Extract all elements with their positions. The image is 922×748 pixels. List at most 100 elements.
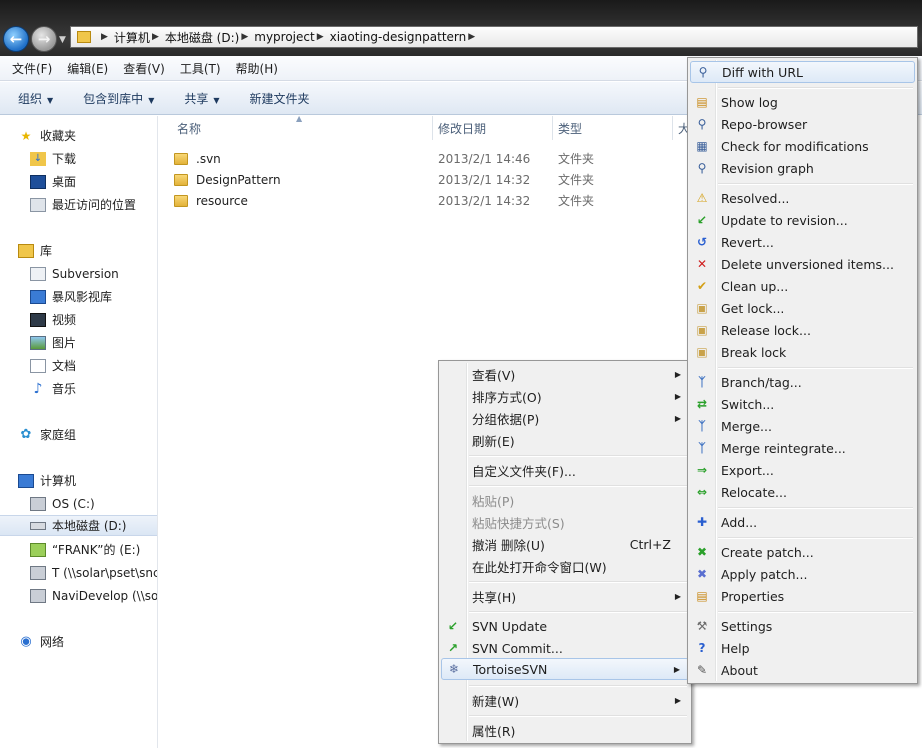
menu-item-open-cmd[interactable]: 在此处打开命令窗口(W) [441,555,689,577]
column-header-date[interactable]: 修改日期 [438,116,486,140]
file-row[interactable]: DesignPattern 2013/2/1 14:32 文件夹 [174,169,644,190]
menu-item-about[interactable]: ✎ About [690,659,915,681]
menu-item-diff-url[interactable]: ⚲ Diff with URL [690,61,915,83]
nav-libraries[interactable]: 库 [18,240,157,261]
menu-item-share[interactable]: 共享(H) ▶ [441,585,689,607]
chevron-down-icon: ▼ [148,95,155,105]
nav-drive-c[interactable]: OS (C:) [30,493,157,514]
menu-item-resolved[interactable]: ⚠ Resolved... [690,187,915,209]
column-divider[interactable] [552,116,553,140]
menu-item-group[interactable]: 分组依据(P) ▶ [441,407,689,429]
nav-favorites[interactable]: ★ 收藏夹 [18,125,157,146]
breadcrumb-myproject[interactable]: myproject [254,30,314,44]
address-bar[interactable]: ▶ 计算机 ▶ 本地磁盘 (D:) ▶ myproject ▶ xiaoting… [70,26,918,48]
nav-drive-t[interactable]: T (\\solar\pset\snc [30,562,157,583]
new-folder-button[interactable]: 新建文件夹 [250,90,310,107]
chevron-right-icon[interactable]: ▶ [241,32,248,42]
nav-computer[interactable]: 计算机 [18,470,157,491]
nav-recent[interactable]: 最近访问的位置 [30,194,157,215]
chevron-right-icon[interactable]: ▶ [101,32,108,42]
menu-item-paste-shortcut[interactable]: 粘贴快捷方式(S) [441,511,689,533]
menu-item-view[interactable]: 查看(V) ▶ [441,363,689,385]
menu-item-add[interactable]: ✚ Add... [690,511,915,533]
menu-item-revert[interactable]: ↺ Revert... [690,231,915,253]
nav-label: 视频 [52,313,77,327]
file-row[interactable]: resource 2013/2/1 14:32 文件夹 [174,190,644,211]
nav-documents[interactable]: 文档 [30,355,157,376]
menu-edit[interactable]: 编辑(E) [67,60,108,77]
menu-item-settings[interactable]: ⚒ Settings [690,615,915,637]
menu-item-branch-tag[interactable]: ᛉ Branch/tag... [690,371,915,393]
menu-item-relocate[interactable]: ⇔ Relocate... [690,481,915,503]
menu-item-svn-update[interactable]: ↙ SVN Update [441,615,689,637]
nav-pictures[interactable]: 图片 [30,332,157,353]
log-icon: ▤ [696,95,708,109]
column-divider[interactable] [672,116,673,140]
menu-item-revision-graph[interactable]: ⚲ Revision graph [690,157,915,179]
relocate-icon: ⇔ [696,485,708,499]
menu-item-customize[interactable]: 自定义文件夹(F)... [441,459,689,481]
menu-item-check-modifications[interactable]: ▦ Check for modifications [690,135,915,157]
menu-item-svn-commit[interactable]: ↗ SVN Commit... [441,637,689,659]
share-button[interactable]: 共享 ▼ [184,90,219,107]
column-header-type[interactable]: 类型 [558,116,582,140]
menu-item-repo-browser[interactable]: ⚲ Repo-browser [690,113,915,135]
menu-item-tortoisesvn[interactable]: ❄ TortoiseSVN ▶ [441,658,689,680]
nav-downloads[interactable]: ↓ 下载 [30,148,157,169]
nav-subversion[interactable]: Subversion [30,263,157,284]
menu-item-refresh[interactable]: 刷新(E) [441,429,689,451]
menu-item-break-lock[interactable]: ▣ Break lock [690,341,915,363]
submenu-arrow-icon: ▶ [674,695,681,705]
menu-item-update-to-revision[interactable]: ↙ Update to revision... [690,209,915,231]
breadcrumb-xiaoting-designpattern[interactable]: xiaoting-designpattern [330,30,467,44]
menu-item-switch[interactable]: ⇄ Switch... [690,393,915,415]
nav-storm-library[interactable]: 暴风影视库 [30,286,157,307]
nav-drive-d[interactable]: 本地磁盘 (D:) [0,515,157,536]
menu-item-release-lock[interactable]: ▣ Release lock... [690,319,915,341]
breadcrumb-drive-d[interactable]: 本地磁盘 (D:) [165,29,239,46]
menu-item-merge[interactable]: ᛉ Merge... [690,415,915,437]
column-header-name[interactable]: 名称 [177,116,201,140]
submenu-arrow-icon: ▶ [674,369,681,379]
nav-drive-e[interactable]: “FRANK”的 (E:) [30,539,157,560]
recent-pages-dropdown-icon[interactable]: ▼ [59,35,66,45]
nav-network[interactable]: ◉ 网络 [18,631,157,652]
menu-tools[interactable]: 工具(T) [180,60,221,77]
forward-button[interactable]: → [31,26,57,52]
chevron-right-icon[interactable]: ▶ [468,32,475,42]
menu-help[interactable]: 帮助(H) [236,60,278,77]
breadcrumb-computer[interactable]: 计算机 [114,29,150,46]
include-library-button[interactable]: 包含到库中 ▼ [83,90,154,107]
nav-drive-navidevelop[interactable]: NaviDevelop (\\so [30,585,157,606]
menu-item-paste[interactable]: 粘贴(P) [441,489,689,511]
menu-item-show-log[interactable]: ▤ Show log [690,91,915,113]
menu-item-export[interactable]: ⇒ Export... [690,459,915,481]
nav-music[interactable]: ♪ 音乐 [30,378,157,399]
nav-homegroup[interactable]: ✿ 家庭组 [18,424,157,445]
menu-item-get-lock[interactable]: ▣ Get lock... [690,297,915,319]
menu-item-properties[interactable]: 属性(R) [441,719,689,741]
nav-videos[interactable]: 视频 [30,309,157,330]
menu-item-clean-up[interactable]: ✔ Clean up... [690,275,915,297]
chevron-right-icon[interactable]: ▶ [317,32,324,42]
chevron-right-icon[interactable]: ▶ [152,32,159,42]
menu-item-new[interactable]: 新建(W) ▶ [441,689,689,711]
menu-item-help[interactable]: ? Help [690,637,915,659]
file-row[interactable]: .svn 2013/2/1 14:46 文件夹 [174,148,644,169]
menu-item-merge-reintegrate[interactable]: ᛉ Merge reintegrate... [690,437,915,459]
menu-item-undo-delete[interactable]: 撤消 删除(U) Ctrl+Z [441,533,689,555]
column-divider[interactable] [432,116,433,140]
menu-item-create-patch[interactable]: ✖ Create patch... [690,541,915,563]
menu-view[interactable]: 查看(V) [123,60,165,77]
menu-item-sort[interactable]: 排序方式(O) ▶ [441,385,689,407]
menu-item-properties[interactable]: ▤ Properties [690,585,915,607]
resolved-icon: ⚠ [696,191,708,205]
merge-icon: ᛉ [698,419,706,433]
submenu-arrow-icon: ▶ [674,413,681,423]
back-button[interactable]: ← [3,26,29,52]
menu-item-apply-patch[interactable]: ✖ Apply patch... [690,563,915,585]
nav-desktop[interactable]: 桌面 [30,171,157,192]
menu-item-delete-unversioned[interactable]: ✕ Delete unversioned items... [690,253,915,275]
menu-file[interactable]: 文件(F) [12,60,52,77]
organize-button[interactable]: 组织 ▼ [18,90,53,107]
